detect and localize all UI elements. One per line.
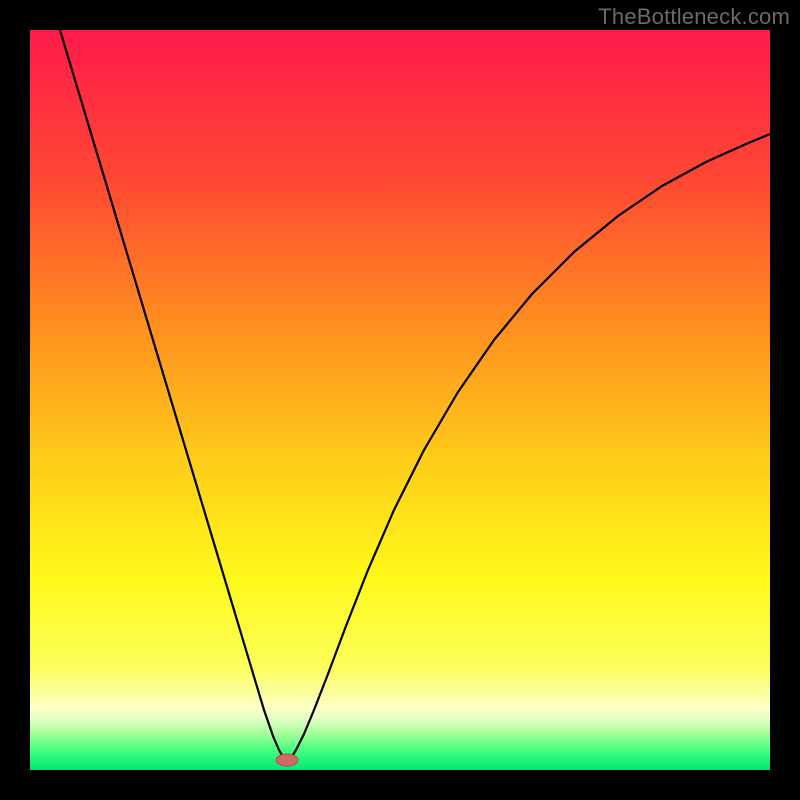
chart-frame: TheBottleneck.com: [0, 0, 800, 800]
chart-svg: [30, 30, 770, 770]
plot-area: [30, 30, 770, 770]
gradient-background: [30, 30, 770, 770]
optimum-marker: [276, 754, 298, 766]
watermark-text: TheBottleneck.com: [598, 4, 790, 30]
